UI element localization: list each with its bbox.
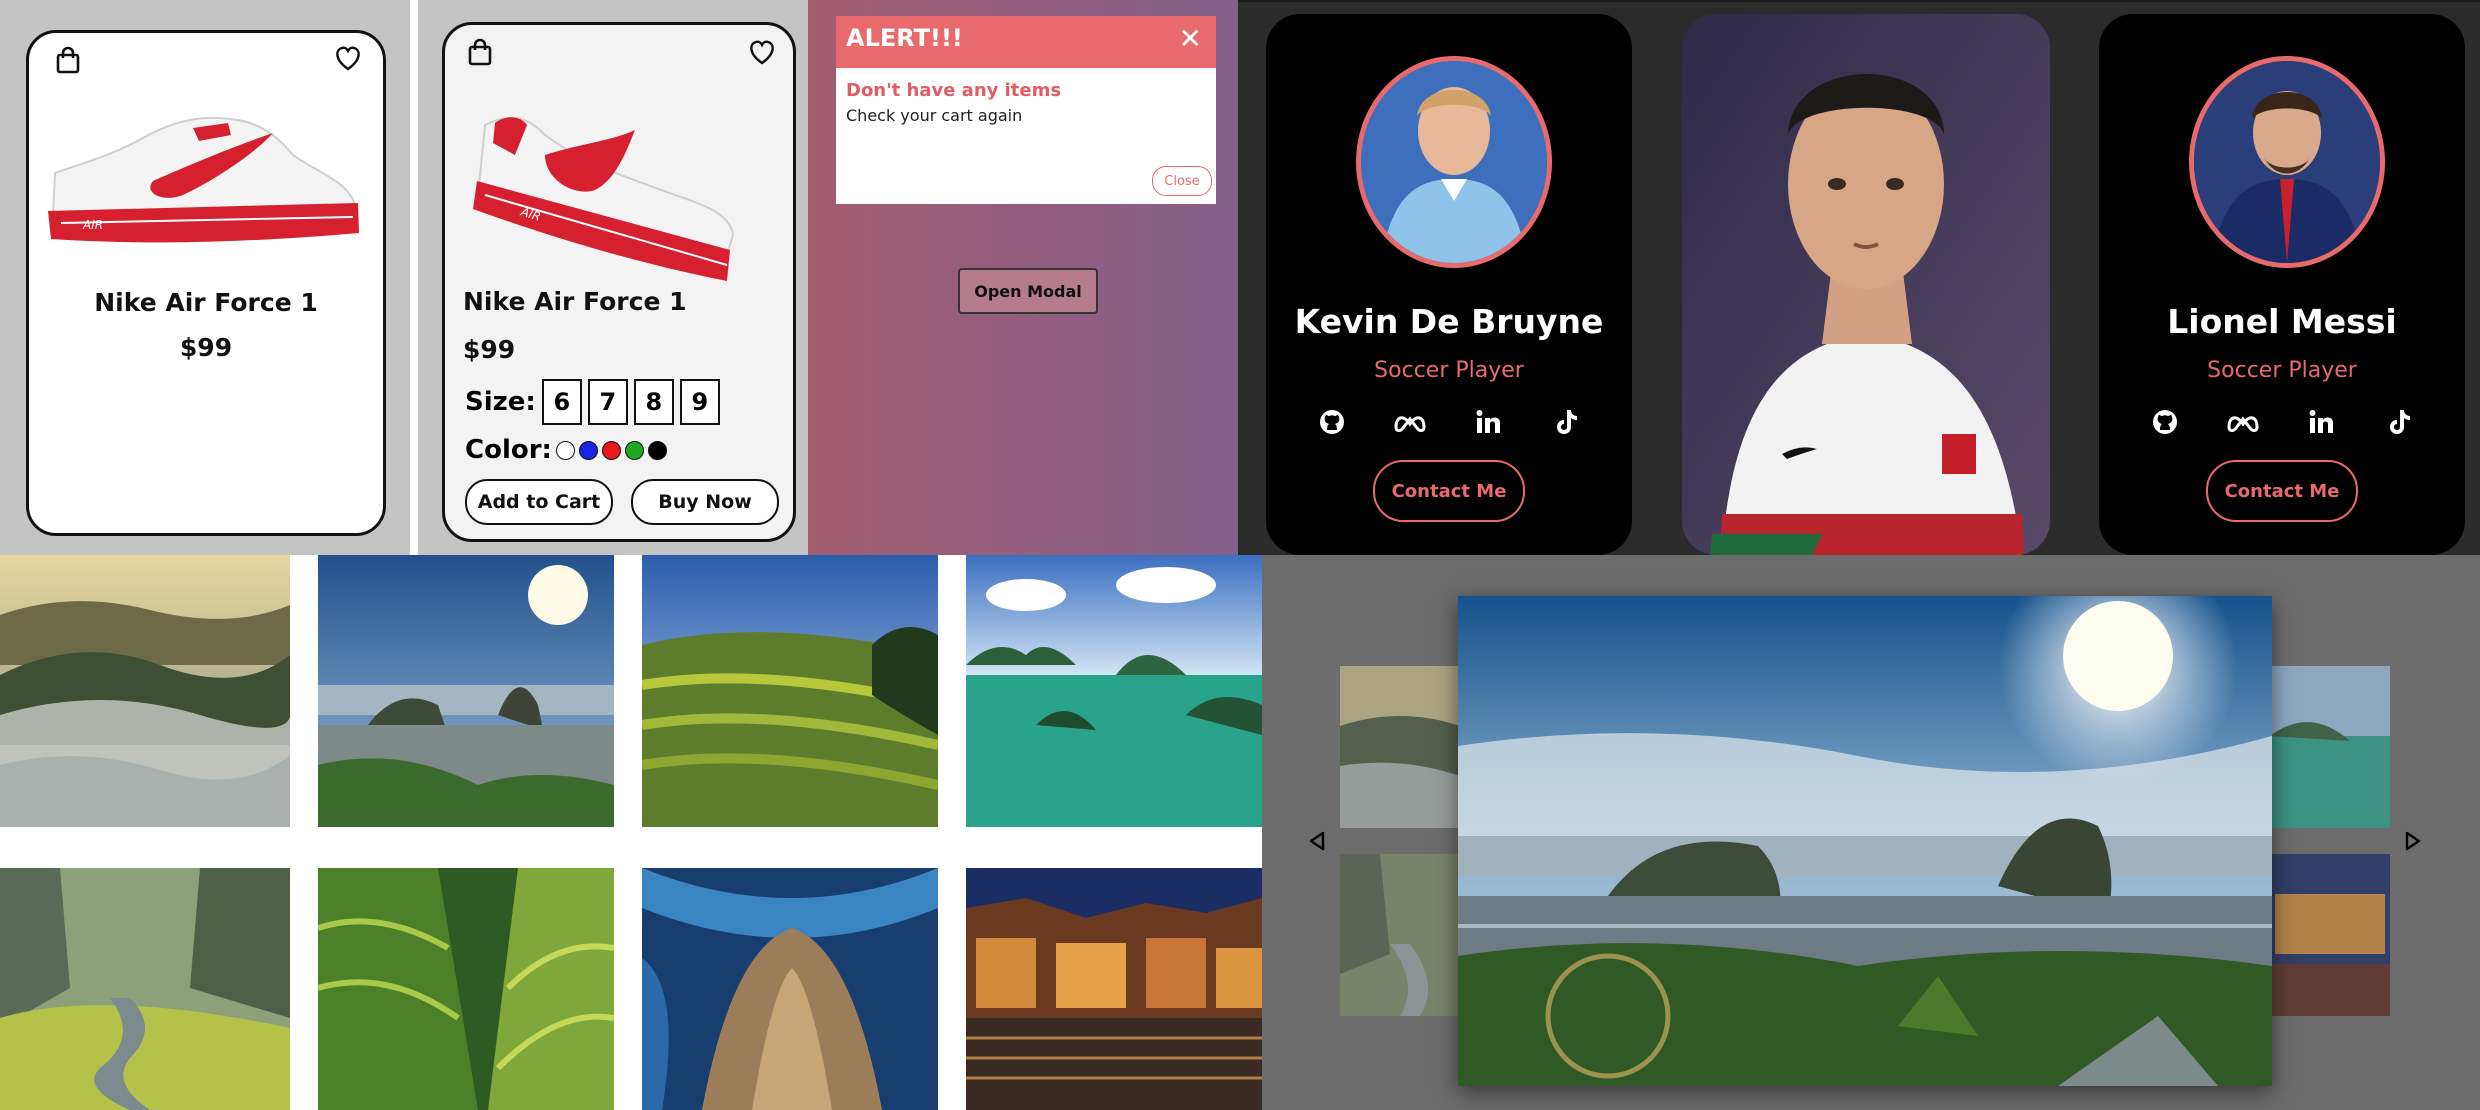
panel-divider (410, 0, 418, 555)
profile-card-messi: Lionel Messi Soccer Player Contact Me (2099, 14, 2465, 555)
carousel-thumb-left-bottom[interactable] (1340, 854, 1460, 1016)
contact-me-button[interactable]: Contact Me (1373, 460, 1525, 522)
shopping-bag-icon[interactable] (51, 43, 85, 77)
modal-title: ALERT!!! (846, 24, 963, 52)
contact-me-button[interactable]: Contact Me (2206, 460, 2358, 522)
profile-name: Lionel Messi (2167, 302, 2397, 341)
gallery-photo-bay-islands[interactable] (966, 555, 1262, 827)
shopping-bag-icon[interactable] (463, 35, 497, 69)
modal-message: Check your cart again (846, 106, 1023, 125)
github-icon[interactable] (1314, 404, 1350, 440)
profile-role: Soccer Player (2207, 358, 2357, 383)
size-label: Size: (465, 387, 536, 417)
size-selector: Size: 6 7 8 9 (465, 379, 720, 425)
gallery-photo-river-valley[interactable] (0, 868, 290, 1110)
color-swatch-white[interactable] (555, 440, 575, 460)
color-swatch-red[interactable] (601, 440, 621, 460)
linkedin-icon[interactable] (1470, 404, 1506, 440)
close-icon[interactable]: ✕ (1179, 22, 1202, 55)
player-photo (1682, 14, 2050, 555)
meta-icon[interactable] (2225, 404, 2261, 440)
color-swatch-blue[interactable] (578, 440, 598, 460)
gallery-photo-night-riverside[interactable] (966, 868, 1262, 1110)
alert-modal: ALERT!!! ✕ Don't have any items Check yo… (836, 16, 1216, 204)
profile-name: Kevin De Bruyne (1294, 302, 1604, 341)
color-swatch-black[interactable] (647, 440, 667, 460)
avatar (2189, 56, 2385, 268)
product-name: Nike Air Force 1 (94, 288, 318, 317)
caret-right-icon[interactable] (2398, 826, 2428, 856)
profiles-top-border (1238, 0, 2480, 2)
carousel-thumb-right-top[interactable] (2270, 666, 2390, 828)
product-card-2[interactable]: AIR Nike Air Force 1 $99 Size: 6 7 8 9 C… (442, 22, 796, 542)
meta-icon[interactable] (1392, 404, 1428, 440)
svg-text:AIR: AIR (82, 218, 103, 232)
profile-card-kevin: Kevin De Bruyne Soccer Player Contact Me (1266, 14, 1632, 555)
profile-role: Soccer Player (1374, 358, 1524, 383)
buy-now-button[interactable]: Buy Now (631, 479, 779, 525)
avatar (1356, 56, 1552, 268)
modal-heading: Don't have any items (846, 80, 1062, 101)
heart-icon[interactable] (745, 35, 779, 69)
carousel-thumb-left-top[interactable] (1340, 666, 1460, 828)
gallery-photo-coastal-city[interactable] (318, 555, 614, 827)
carousel-thumb-right-bottom[interactable] (2270, 854, 2390, 1016)
profile-photo-card (1682, 14, 2050, 555)
color-label: Color: (465, 435, 552, 465)
size-option-7[interactable]: 7 (587, 379, 628, 425)
gallery-photo-terraced-mountains[interactable] (318, 868, 614, 1110)
color-swatch-green[interactable] (624, 440, 644, 460)
size-option-6[interactable]: 6 (541, 379, 582, 425)
modal-header: ALERT!!! ✕ (836, 16, 1216, 68)
open-modal-button[interactable]: Open Modal (958, 268, 1098, 314)
add-to-cart-button[interactable]: Add to Cart (465, 479, 613, 525)
gallery-photo-rice-terraces[interactable] (642, 555, 938, 827)
close-button[interactable]: Close (1152, 166, 1212, 196)
tiktok-icon[interactable] (2381, 404, 2417, 440)
size-option-9[interactable]: 9 (679, 379, 720, 425)
linkedin-icon[interactable] (2303, 404, 2339, 440)
product-name: Nike Air Force 1 (463, 287, 687, 316)
gallery-photo-cave[interactable] (642, 868, 938, 1110)
product-price: $99 (179, 333, 233, 362)
carousel-main-image[interactable] (1458, 596, 2272, 1086)
github-icon[interactable] (2147, 404, 2183, 440)
gallery-photo-misty-hills[interactable] (0, 555, 290, 827)
caret-left-icon[interactable] (1302, 826, 1332, 856)
product-card-1[interactable]: AIR Nike Air Force 1 $99 (26, 30, 386, 536)
tiktok-icon[interactable] (1548, 404, 1584, 440)
social-links (2099, 404, 2465, 440)
heart-icon[interactable] (331, 41, 365, 75)
color-selector: Color: (465, 435, 667, 465)
shoe-image: AIR (48, 116, 359, 243)
product-price: $99 (463, 335, 516, 364)
social-links (1266, 404, 1632, 440)
size-option-8[interactable]: 8 (633, 379, 674, 425)
shoe-image: AIR (473, 116, 735, 281)
